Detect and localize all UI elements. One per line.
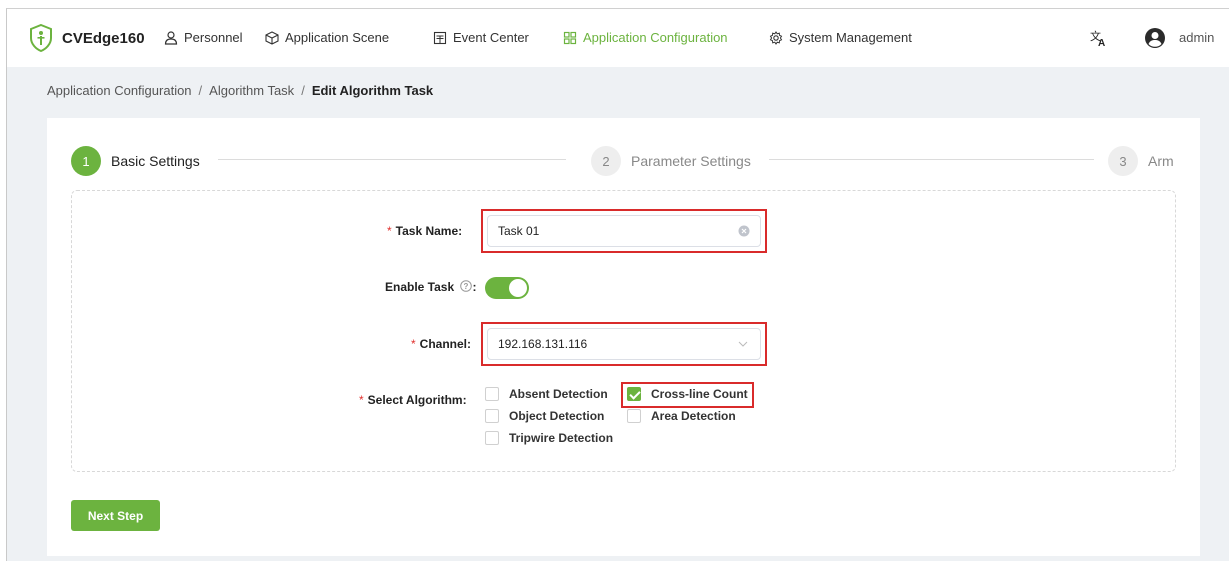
step-number: 1 bbox=[71, 146, 101, 176]
nav-application-configuration-label: Application Configuration bbox=[583, 30, 728, 45]
breadcrumb-item-current: Edit Algorithm Task bbox=[311, 83, 434, 98]
nav-system-management-label: System Management bbox=[789, 30, 912, 45]
task-name-value: Task 01 bbox=[498, 224, 540, 238]
algorithm-area-detection[interactable]: Area Detection bbox=[627, 409, 736, 423]
checkbox-checked[interactable] bbox=[627, 387, 641, 401]
step-connector bbox=[769, 159, 1094, 160]
cube-icon bbox=[265, 30, 279, 45]
shield-logo-icon bbox=[30, 24, 52, 52]
step-basic-settings: 1 Basic Settings bbox=[71, 146, 200, 176]
channel-label: * Channel: bbox=[411, 337, 472, 351]
top-nav: CVEdge160 Personnel Application Scene Ev… bbox=[7, 9, 1229, 67]
nav-system-management[interactable]: System Management bbox=[769, 30, 912, 45]
task-name-input[interactable]: Task 01 bbox=[487, 215, 761, 247]
nav-application-configuration[interactable]: Application Configuration bbox=[563, 30, 728, 45]
enable-task-label: Enable Task ? : bbox=[385, 280, 477, 294]
nav-event-center-label: Event Center bbox=[453, 30, 529, 45]
select-algorithm-label: * Select Algorithm: bbox=[359, 393, 467, 407]
breadcrumb: Application Configuration / Algorithm Task… bbox=[47, 83, 433, 98]
chevron-down-icon bbox=[738, 341, 748, 347]
svg-text:A: A bbox=[1098, 38, 1105, 47]
toggle-knob bbox=[509, 279, 527, 297]
breadcrumb-separator: / bbox=[301, 83, 305, 98]
breadcrumb-item-algorithm-task[interactable]: Algorithm Task bbox=[209, 83, 294, 98]
svg-text:?: ? bbox=[464, 282, 469, 291]
step-number: 3 bbox=[1108, 146, 1138, 176]
step-arm: 3 Arm bbox=[1108, 146, 1174, 176]
checkbox[interactable] bbox=[485, 431, 499, 445]
person-icon bbox=[164, 30, 178, 45]
brand-name: CVEdge160 bbox=[62, 30, 145, 47]
event-icon bbox=[433, 31, 447, 44]
nav-application-scene-label: Application Scene bbox=[285, 30, 390, 45]
step-label: Arm bbox=[1148, 153, 1174, 169]
step-connector bbox=[218, 159, 566, 160]
checkbox[interactable] bbox=[485, 409, 499, 423]
edit-task-card: 1 Basic Settings 2 Parameter Settings 3 … bbox=[47, 118, 1200, 556]
nav-personnel[interactable]: Personnel bbox=[164, 30, 243, 45]
translate-icon[interactable]: 文 A bbox=[1090, 29, 1108, 47]
user-avatar-icon[interactable] bbox=[1144, 27, 1166, 49]
enable-task-toggle[interactable] bbox=[485, 277, 529, 299]
channel-select[interactable]: 192.168.131.116 bbox=[487, 328, 761, 360]
nav-personnel-label: Personnel bbox=[184, 30, 243, 45]
grid-icon bbox=[563, 31, 577, 44]
nav-event-center[interactable]: Event Center bbox=[433, 30, 529, 45]
checkbox[interactable] bbox=[485, 387, 499, 401]
step-label: Parameter Settings bbox=[631, 153, 751, 169]
user-name[interactable]: admin bbox=[1179, 30, 1214, 45]
channel-value: 192.168.131.116 bbox=[498, 337, 588, 351]
task-name-label: * Task Name: bbox=[387, 224, 463, 238]
step-number: 2 bbox=[591, 146, 621, 176]
breadcrumb-separator: / bbox=[198, 83, 203, 98]
clear-icon[interactable] bbox=[738, 225, 750, 237]
help-icon[interactable]: ? bbox=[460, 280, 473, 292]
algorithm-object-detection[interactable]: Object Detection bbox=[485, 409, 604, 423]
gear-icon bbox=[769, 30, 783, 45]
next-step-button[interactable]: Next Step bbox=[71, 500, 160, 531]
step-label: Basic Settings bbox=[111, 153, 200, 169]
algorithm-tripwire-detection[interactable]: Tripwire Detection bbox=[485, 431, 613, 445]
nav-application-scene[interactable]: Application Scene bbox=[265, 30, 389, 45]
breadcrumb-item-config[interactable]: Application Configuration bbox=[47, 83, 192, 98]
algorithm-absent-detection[interactable]: Absent Detection bbox=[485, 387, 608, 401]
algorithm-cross-line-count[interactable]: Cross-line Count bbox=[627, 387, 748, 401]
step-parameter-settings: 2 Parameter Settings bbox=[591, 146, 751, 176]
checkbox[interactable] bbox=[627, 409, 641, 423]
